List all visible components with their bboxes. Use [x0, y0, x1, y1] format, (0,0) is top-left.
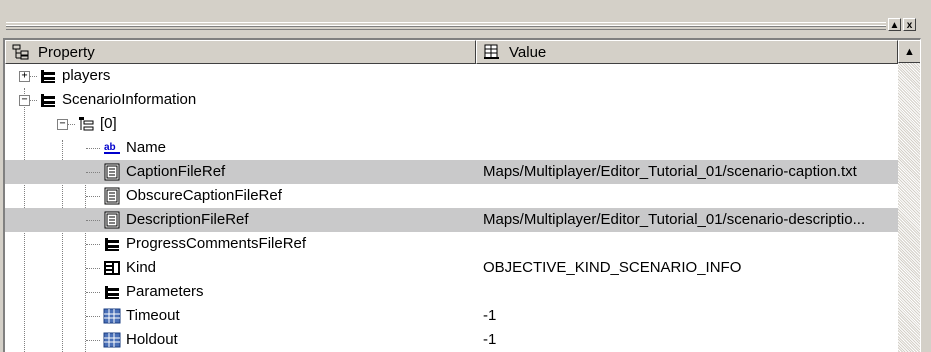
tree-row-label: players [62, 67, 111, 84]
tree-row-label: ObscureCaptionFileRef [126, 187, 282, 204]
number-grid-icon [103, 308, 121, 324]
tree-row-descriptionfileref[interactable]: DescriptionFileRef Maps/Multiplayer/Edit… [5, 208, 898, 232]
close-button[interactable]: x [903, 18, 916, 31]
tree-row-value[interactable]: Maps/Multiplayer/Editor_Tutorial_01/scen… [483, 211, 865, 228]
folder-icon [105, 238, 119, 251]
tree-row-timeout[interactable]: Timeout -1 [5, 304, 898, 328]
drag-grip[interactable] [6, 22, 886, 30]
tree-row-index-0[interactable]: − [0] [5, 112, 898, 136]
tree-row-scenarioinformation[interactable]: − ScenarioInformation [5, 88, 898, 112]
value-table-icon [484, 44, 499, 59]
tree-node-icon [79, 117, 94, 131]
tree-row-value[interactable]: Maps/Multiplayer/Editor_Tutorial_01/scen… [483, 163, 857, 180]
tree-row-holdout[interactable]: Holdout -1 [5, 328, 898, 352]
tree-row-value[interactable]: -1 [483, 331, 496, 348]
document-icon [104, 211, 120, 229]
tree-row-label: Kind [126, 259, 157, 276]
column-header-property[interactable]: Property [5, 40, 476, 64]
tree-row-value[interactable]: -1 [483, 307, 496, 324]
tree-row-name[interactable]: ab Name [5, 136, 898, 160]
tree-row-label: ProgressCommentsFileRef [126, 235, 307, 252]
value-header-label: Value [509, 43, 547, 61]
folder-icon [41, 94, 55, 107]
restore-button[interactable]: ▲ [888, 18, 901, 31]
document-icon [104, 163, 120, 181]
tree-row-label: [0] [100, 115, 117, 132]
enum-icon [104, 261, 120, 275]
number-grid-icon [103, 332, 121, 348]
tree-row-value[interactable]: OBJECTIVE_KIND_SCENARIO_INFO [483, 259, 741, 276]
collapse-button[interactable]: − [57, 119, 68, 130]
tree-row-obscurecaptionfileref[interactable]: ObscureCaptionFileRef [5, 184, 898, 208]
window-titlebar: ▲ x [0, 0, 931, 38]
collapse-button[interactable]: − [19, 95, 30, 106]
tree-row-label: Holdout [126, 331, 178, 348]
tree-row-progresscommentsfileref[interactable]: ProgressCommentsFileRef [5, 232, 898, 256]
column-header-value[interactable]: Value [476, 40, 898, 64]
tree-row-players[interactable]: + players [5, 64, 898, 88]
tree-row-label: CaptionFileRef [126, 163, 226, 180]
tree-row-label: DescriptionFileRef [126, 211, 249, 228]
folder-icon [41, 70, 55, 83]
tree-row-label: Parameters [126, 283, 204, 300]
tree-row-label: Timeout [126, 307, 180, 324]
tree-row-label: ScenarioInformation [62, 91, 197, 108]
folder-icon [105, 286, 119, 299]
tree-row-parameters[interactable]: Parameters [5, 280, 898, 304]
string-ab-icon: ab [104, 142, 120, 154]
tree-row-label: Name [126, 139, 167, 156]
vertical-scrollbar[interactable]: ▲ [898, 40, 920, 352]
expand-button[interactable]: + [19, 71, 30, 82]
document-icon [104, 187, 120, 205]
tree-row-captionfileref[interactable]: CaptionFileRef Maps/Multiplayer/Editor_T… [5, 160, 898, 184]
tree-structure-icon [12, 44, 29, 60]
property-grid: Property Value ▲ + players − ScenarioInf… [3, 38, 921, 352]
property-header-label: Property [38, 43, 95, 61]
scroll-up-button[interactable]: ▲ [898, 40, 920, 63]
svg-text:ab: ab [104, 142, 116, 153]
tree-row-kind[interactable]: Kind OBJECTIVE_KIND_SCENARIO_INFO [5, 256, 898, 280]
